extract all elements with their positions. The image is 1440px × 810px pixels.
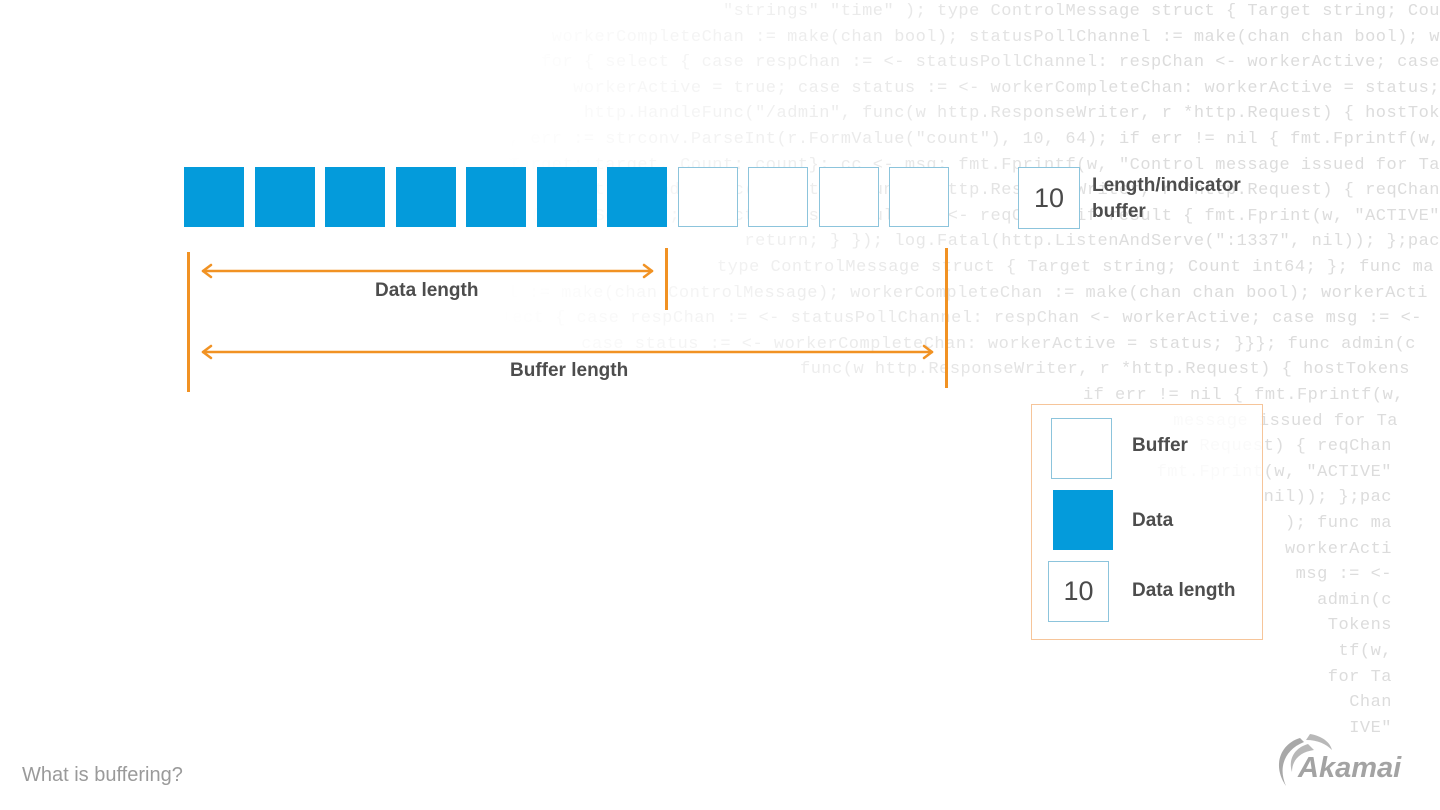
data-length-arrow — [201, 263, 654, 279]
slide-title: What is buffering? — [22, 764, 183, 786]
akamai-logo: Akamai — [1270, 730, 1420, 795]
legend-length-label: Data length — [1132, 580, 1236, 601]
legend-data-label: Data — [1132, 510, 1174, 531]
buffer-length-label: Buffer length — [510, 360, 629, 381]
legend-length-swatch: 10 — [1048, 561, 1109, 622]
legend-buffer-swatch — [1051, 418, 1112, 479]
akamai-logo-text: Akamai — [1298, 752, 1402, 784]
legend: Buffer Data 10 Data length — [1031, 404, 1263, 640]
buffer-length-arrow — [201, 344, 934, 360]
legend-length-value: 10 — [1063, 576, 1094, 606]
legend-data-swatch — [1053, 490, 1113, 550]
legend-buffer-label: Buffer — [1132, 435, 1188, 456]
data-length-label: Data length — [375, 280, 479, 301]
